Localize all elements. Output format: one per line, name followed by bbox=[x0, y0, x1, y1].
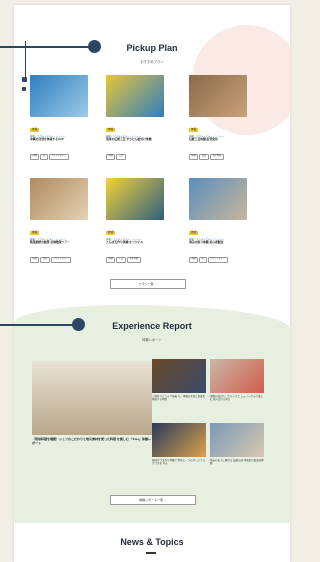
plan-card-tag: 体験 bbox=[106, 128, 116, 132]
plan-card[interactable]: 体験 体験・アクティビティ・レジャー 伝統工芸体験 紅型染め 体験 伝統 文化体験 bbox=[189, 75, 247, 161]
chip[interactable]: 自然 bbox=[40, 257, 50, 263]
plan-card-title[interactable]: 伝統工芸体験 紅型染め bbox=[189, 137, 247, 141]
chip[interactable]: アクティビティ bbox=[48, 154, 69, 160]
plan-list-button-label: プラン一覧 → bbox=[138, 282, 158, 286]
chip[interactable]: 体験 bbox=[30, 154, 40, 160]
report-card-featured[interactable]: 「琉球料理を堪能！シェフのこだわりと地元食材を使った料理 を楽しむ 「Kise」… bbox=[32, 361, 152, 445]
chip[interactable]: 伝統 bbox=[199, 154, 209, 160]
plan-card-title[interactable]: 沖縄の自然を体感するSUP bbox=[30, 137, 88, 141]
report-card-image[interactable] bbox=[210, 423, 264, 457]
news-underline bbox=[146, 552, 156, 554]
news-title: News & Topics bbox=[120, 537, 184, 547]
plan-card[interactable]: 体験 体験・アクティビティ・レジャー 沖縄の自然を体感するSUP 体験海アクティ… bbox=[30, 75, 88, 161]
plan-card[interactable]: 体験 体験・アクティビティ・レジャー 断崖絶壁の絶景 岩場散策ツアー 体験 自然ア… bbox=[30, 178, 88, 264]
chip[interactable]: 体験 bbox=[106, 257, 116, 263]
report-card-image[interactable] bbox=[152, 359, 206, 393]
plan-card-image[interactable] bbox=[106, 75, 164, 117]
report-card-image[interactable] bbox=[152, 423, 206, 457]
side-search-icon[interactable] bbox=[22, 87, 26, 91]
report-card-image[interactable] bbox=[210, 359, 264, 393]
report-card-image[interactable] bbox=[32, 361, 152, 435]
report-card-title[interactable]: 「琉球料理を堪能！シェフのこだわりと地元食材を使った料理 を楽しむ 「Kise」… bbox=[32, 437, 152, 445]
plan-card-image[interactable] bbox=[189, 178, 247, 220]
report-card-title[interactable]: 地元の名人に教わる 伝統の技 本格的な藍染め体験 bbox=[210, 459, 264, 465]
chip[interactable]: 工芸 bbox=[116, 154, 126, 160]
report-list-button-label: 体験レポート一覧 → bbox=[139, 498, 167, 502]
report-card-title[interactable]: 沖縄の海辺で、カヤックと シュノーケルで楽しむ 無人島での1日 bbox=[210, 395, 264, 401]
pickup-connector-line bbox=[0, 46, 96, 48]
plan-card-tag: 体験 bbox=[189, 231, 199, 235]
plan-card-image[interactable] bbox=[30, 75, 88, 117]
chip[interactable]: 海 bbox=[199, 257, 207, 263]
chip[interactable]: 体験 bbox=[189, 154, 199, 160]
report-card[interactable]: 沖縄の海辺で、カヤックと シュノーケルで楽しむ 無人島での1日 bbox=[210, 359, 264, 401]
report-card-title[interactable]: 琉球ガラス作り体験で 世界に一つのオリジナルグラスを 作る bbox=[152, 459, 206, 465]
chip[interactable]: 文化体験 bbox=[209, 154, 224, 160]
chip[interactable]: 工芸 bbox=[116, 257, 126, 263]
plan-card-chips: 体験 工芸 文化体験 bbox=[106, 246, 164, 264]
plan-card-title[interactable]: とんぼ玉作り体験 オリジナル bbox=[106, 240, 164, 244]
plan-card-tag: 体験 bbox=[189, 128, 199, 132]
plan-card[interactable]: 体験 体験・アクティビティ・レジャー とんぼ玉作り体験 オリジナル 体験 工芸 文化… bbox=[106, 178, 164, 264]
experience-title: Experience Report bbox=[112, 321, 192, 331]
chip[interactable]: 体験 bbox=[106, 154, 116, 160]
experience-connector-dot bbox=[72, 318, 85, 331]
plan-card-chips: 体験 工芸 bbox=[106, 143, 164, 161]
plan-card-tag: 体験 bbox=[106, 231, 116, 235]
report-list-button[interactable]: 体験レポート一覧 → bbox=[110, 495, 196, 505]
report-card-title[interactable]: 三線作りとライブ演奏 で、沖縄の文化と音楽を体感する時間 bbox=[152, 395, 206, 401]
pickup-subtitle: おすすめプラン bbox=[140, 60, 164, 64]
plan-card-chips: 体験海アクティビティ bbox=[30, 143, 88, 161]
plan-card-tag: 体験 bbox=[30, 128, 40, 132]
chip[interactable]: 体験 bbox=[30, 257, 40, 263]
report-card[interactable]: 琉球ガラス作り体験で 世界に一つのオリジナルグラスを 作る bbox=[152, 423, 206, 465]
side-menu-icon[interactable] bbox=[22, 77, 27, 82]
plan-card-chips: 体験 自然 アクティビティ bbox=[30, 246, 88, 264]
pickup-connector-dot bbox=[88, 40, 101, 53]
chip[interactable]: 文化体験 bbox=[126, 257, 141, 263]
plan-card-chips: 体験海アクティビティ bbox=[189, 246, 247, 264]
plan-card-image[interactable] bbox=[189, 75, 247, 117]
plan-card-image[interactable] bbox=[30, 178, 88, 220]
plan-card-tag: 体験 bbox=[30, 231, 40, 235]
plan-card[interactable]: 体験 体験・アクティビティ・レジャー 琉球の伝統工芸 やちむん絵付け体験 体験工… bbox=[106, 75, 164, 161]
chip[interactable]: アクティビティ bbox=[50, 257, 71, 263]
chip[interactable]: アクティビティ bbox=[207, 257, 228, 263]
plan-card-image[interactable] bbox=[106, 178, 164, 220]
experience-subtitle: 体験レポート bbox=[142, 338, 162, 342]
experience-connector-line bbox=[0, 324, 78, 326]
chip[interactable]: 体験 bbox=[189, 257, 199, 263]
report-card[interactable]: 三線作りとライブ演奏 で、沖縄の文化と音楽を体感する時間 bbox=[152, 359, 206, 401]
plan-card[interactable]: 体験 体験・アクティビティ・レジャー 海辺の釣り体験 初心者歓迎 体験海アクティ… bbox=[189, 178, 247, 264]
plan-card-title[interactable]: 琉球の伝統工芸 やちむん絵付け体験 bbox=[106, 137, 164, 141]
pickup-title: Pickup Plan bbox=[126, 43, 178, 53]
chip[interactable]: 海 bbox=[40, 154, 48, 160]
page-frame: Pickup Plan おすすめプラン 体験 体験・アクティビティ・レジャー 沖… bbox=[14, 5, 290, 562]
plan-card-title[interactable]: 海辺の釣り体験 初心者歓迎 bbox=[189, 240, 247, 244]
plan-list-button[interactable]: プラン一覧 → bbox=[110, 279, 186, 289]
report-card[interactable]: 地元の名人に教わる 伝統の技 本格的な藍染め体験 bbox=[210, 423, 264, 465]
plan-card-title[interactable]: 断崖絶壁の絶景 岩場散策ツアー bbox=[30, 240, 88, 244]
plan-card-chips: 体験 伝統 文化体験 bbox=[189, 143, 247, 161]
